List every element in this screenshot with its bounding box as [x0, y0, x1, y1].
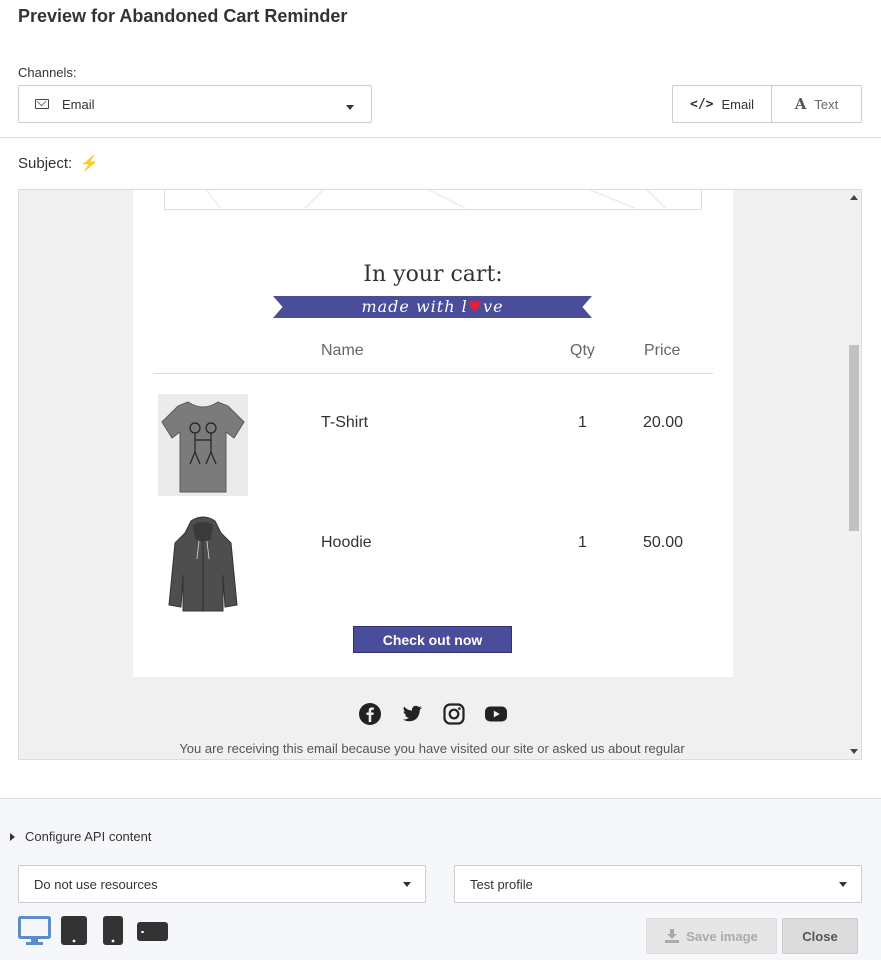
- cart-heading: In your cart:: [363, 262, 503, 287]
- made-with-love-banner: made with l♥ve: [273, 296, 592, 318]
- view-text-label: Text: [814, 96, 839, 112]
- item-qty: 1: [578, 414, 587, 431]
- item-price: 20.00: [643, 414, 684, 431]
- column-name: Name: [321, 342, 364, 359]
- close-button[interactable]: Close: [782, 918, 858, 954]
- resources-select-value: Do not use resources: [34, 876, 158, 892]
- item-qty: 1: [578, 534, 587, 551]
- phone-icon[interactable]: [103, 916, 123, 946]
- item-name: Hoodie: [321, 534, 372, 551]
- configure-api-label: Configure API content: [25, 829, 152, 844]
- header-divider: [0, 137, 881, 138]
- column-qty: Qty: [570, 342, 595, 359]
- item-price: 50.00: [643, 534, 684, 551]
- profile-select[interactable]: Test profile: [454, 865, 862, 903]
- desktop-icon[interactable]: [18, 916, 51, 946]
- hoodie-icon: [163, 515, 243, 615]
- chevron-down-icon: [346, 105, 354, 110]
- channel-select-value: Email: [62, 96, 95, 112]
- tshirt-icon: [158, 394, 248, 496]
- page-title: Preview for Abandoned Cart Reminder: [18, 6, 348, 26]
- heart-icon: ♥: [467, 297, 484, 316]
- scroll-up-icon[interactable]: [850, 195, 858, 200]
- subject-value: ⚡: [80, 155, 100, 172]
- download-icon: [665, 929, 680, 943]
- footer-notice: You are receiving this email because you…: [179, 741, 685, 756]
- facebook-icon[interactable]: [358, 702, 382, 726]
- email-body: In your cart: made with l♥ve Name Qty Pr…: [133, 190, 733, 677]
- subject-label: Subject:: [18, 155, 73, 172]
- resources-select[interactable]: Do not use resources: [18, 865, 426, 903]
- column-price: Price: [644, 342, 681, 359]
- caret-right-icon: [10, 832, 15, 841]
- envelope-icon: [35, 99, 49, 109]
- preview-scrollbar[interactable]: [847, 190, 861, 759]
- view-email-label: Email: [721, 96, 754, 112]
- hero-image-frame: [164, 190, 702, 210]
- table-header-divider: [153, 373, 713, 374]
- channels-label: Channels:: [18, 65, 77, 80]
- code-icon: </>: [690, 96, 714, 112]
- configure-api-toggle[interactable]: Configure API content: [10, 829, 151, 844]
- view-email-button[interactable]: </> Email: [672, 85, 772, 123]
- tablet-icon[interactable]: [61, 916, 87, 946]
- email-preview-frame[interactable]: In your cart: made with l♥ve Name Qty Pr…: [18, 189, 862, 760]
- phone-landscape-icon[interactable]: [137, 922, 169, 942]
- channel-select[interactable]: Email: [18, 85, 372, 123]
- subject-line: Subject: ⚡: [18, 154, 99, 172]
- chevron-down-icon: [839, 882, 847, 887]
- profile-select-value: Test profile: [470, 876, 533, 892]
- instagram-icon[interactable]: [442, 702, 466, 726]
- item-name: T-Shirt: [321, 414, 369, 431]
- font-icon: A: [794, 95, 807, 113]
- chevron-down-icon: [403, 882, 411, 887]
- twitter-icon[interactable]: [400, 702, 424, 726]
- checkout-button[interactable]: Check out now: [353, 626, 512, 653]
- save-image-label: Save image: [686, 928, 758, 944]
- youtube-icon[interactable]: [484, 702, 508, 726]
- save-image-button[interactable]: Save image: [646, 918, 777, 954]
- view-text-button[interactable]: A Text: [772, 85, 862, 123]
- bottom-panel: Configure API content Do not use resourc…: [0, 798, 881, 960]
- scroll-down-icon[interactable]: [850, 749, 858, 754]
- scroll-thumb[interactable]: [849, 345, 859, 531]
